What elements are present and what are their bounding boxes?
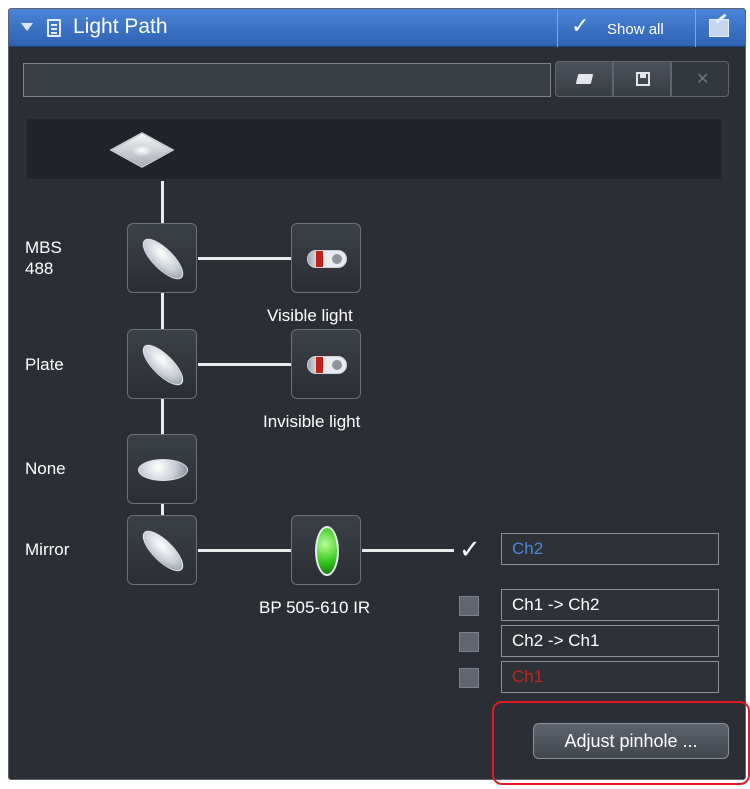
mirror-element-tile[interactable] bbox=[127, 515, 197, 585]
channel-field-ch1-ch2[interactable]: Ch1 -> Ch2 bbox=[501, 589, 719, 621]
mbs-element-tile[interactable] bbox=[127, 223, 197, 293]
light-path-panel: Light Path ✓ Show all ✕ MBS 488 Visible … bbox=[8, 8, 746, 780]
element-label-mirror: Mirror bbox=[25, 540, 70, 559]
invisible-light-label: Invisible light bbox=[263, 412, 361, 431]
beam-splitter-icon bbox=[136, 232, 190, 286]
mirror-icon bbox=[136, 524, 190, 578]
none-element-tile[interactable] bbox=[127, 434, 197, 504]
detector-icon bbox=[307, 356, 347, 374]
visible-light-detector-tile[interactable] bbox=[291, 223, 361, 293]
undock-icon[interactable] bbox=[709, 19, 729, 37]
open-config-button[interactable] bbox=[555, 61, 613, 97]
title-divider bbox=[557, 9, 558, 47]
filter-label: BP 505-610 IR bbox=[259, 598, 371, 617]
highlight-box bbox=[492, 701, 750, 785]
folder-open-icon bbox=[575, 74, 594, 84]
channel-checkbox-ch1[interactable] bbox=[459, 668, 479, 688]
channel-checkbox-ch2[interactable]: ✓ bbox=[459, 536, 481, 562]
visible-light-label: Visible light bbox=[267, 306, 353, 325]
delete-config-button[interactable]: ✕ bbox=[671, 61, 729, 97]
branch-line bbox=[198, 257, 292, 260]
lens-icon bbox=[138, 459, 188, 481]
branch-line bbox=[362, 549, 454, 552]
branch-line bbox=[198, 363, 292, 366]
element-label-plate: Plate bbox=[25, 355, 64, 374]
panel-title: Light Path bbox=[73, 15, 168, 38]
channel-checkbox-ch2-ch1[interactable] bbox=[459, 632, 479, 652]
document-icon bbox=[47, 19, 61, 37]
element-label-none: None bbox=[25, 459, 66, 478]
beam-splitter-icon bbox=[136, 338, 190, 392]
branch-line bbox=[198, 549, 292, 552]
channel-field-ch2-ch1[interactable]: Ch2 -> Ch1 bbox=[501, 625, 719, 657]
configuration-input[interactable] bbox=[23, 63, 551, 97]
floppy-disk-icon bbox=[636, 72, 650, 86]
plate-element-tile[interactable] bbox=[127, 329, 197, 399]
filter-icon bbox=[315, 526, 339, 576]
invisible-light-detector-tile[interactable] bbox=[291, 329, 361, 399]
title-divider bbox=[695, 9, 696, 47]
save-config-button[interactable] bbox=[613, 61, 671, 97]
emission-filter-tile[interactable] bbox=[291, 515, 361, 585]
element-label-mbs: MBS 488 bbox=[25, 238, 62, 278]
triangle-down-icon[interactable] bbox=[21, 23, 33, 31]
panel-title-bar: Light Path ✓ Show all bbox=[9, 9, 745, 47]
close-icon: ✕ bbox=[696, 71, 710, 88]
show-all-button[interactable]: Show all bbox=[607, 21, 664, 38]
channel-field-ch1[interactable]: Ch1 bbox=[501, 661, 719, 693]
detector-icon bbox=[307, 250, 347, 268]
channel-checkbox-ch1-ch2[interactable] bbox=[459, 596, 479, 616]
channel-field-ch2[interactable]: Ch2 bbox=[501, 533, 719, 565]
check-icon[interactable]: ✓ bbox=[571, 13, 589, 39]
